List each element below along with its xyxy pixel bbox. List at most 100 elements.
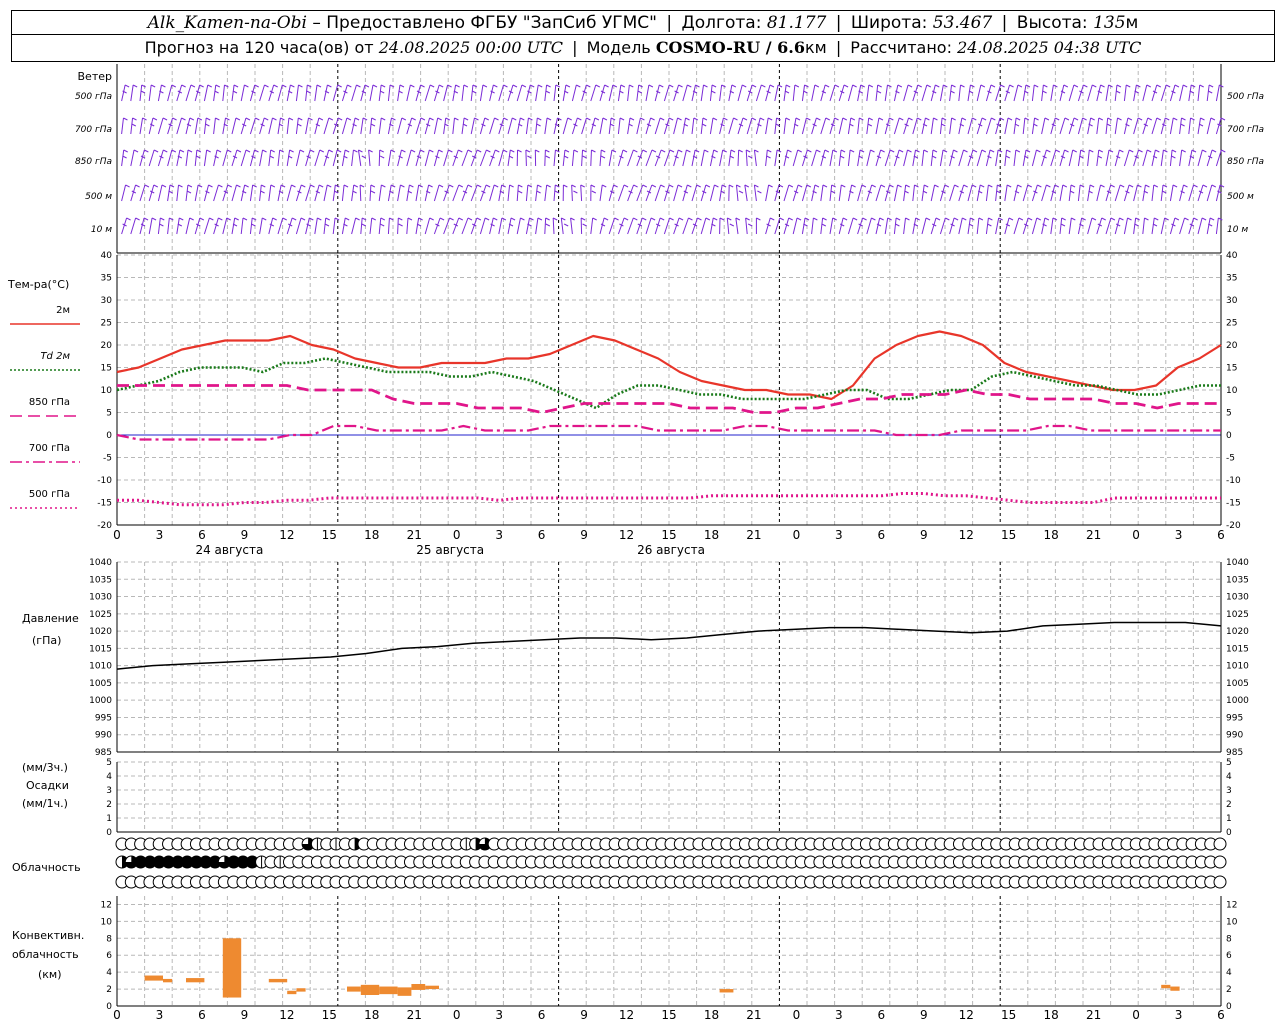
wind-barb-shaft [599, 217, 605, 235]
wind-barb-flag [629, 84, 634, 88]
wind-barb-shaft [121, 84, 126, 102]
wind-barb [121, 84, 130, 102]
wind-barb-flag [353, 149, 358, 153]
wind-barb-shaft [700, 117, 704, 135]
wind-barb [479, 217, 490, 235]
wind-barb-shaft [893, 117, 900, 135]
wind-barb-flag [659, 117, 665, 121]
wind-barb-flag [963, 184, 968, 188]
wind-barb-shaft [682, 149, 687, 167]
wind-barb [765, 217, 775, 235]
wind-barb [525, 117, 533, 135]
wind-barb [176, 217, 184, 235]
wind-barb [985, 149, 995, 167]
time-tick-label: 0 [453, 528, 461, 542]
time-tick-label-bottom: 6 [198, 1008, 206, 1022]
wind-barb-shaft [387, 117, 392, 135]
wind-barb-flag [824, 84, 830, 88]
wind-barb-flag [1164, 217, 1169, 221]
wind-barb [1133, 217, 1140, 235]
wind-barb-flag [619, 117, 625, 121]
wind-barb [560, 217, 569, 235]
wind-barb-flag [1191, 149, 1197, 153]
temp-legend-label: 2м [56, 305, 70, 316]
wind-barb [461, 84, 469, 102]
wind-barb [976, 149, 987, 167]
wind-barb [553, 117, 562, 135]
wind-barb-flag [571, 184, 576, 188]
pressure-ytick-right: 990 [1226, 731, 1243, 741]
wind-barb [801, 84, 809, 102]
wind-barb-shaft [314, 217, 318, 235]
wind-barb [1077, 117, 1087, 135]
wind-barb-shaft [875, 217, 881, 235]
pressure-unit: (гПа) [32, 634, 61, 647]
cloud-cover-symbol [1213, 875, 1227, 889]
wind-barb [866, 217, 876, 235]
wind-barb [857, 84, 865, 102]
wind-barb-flag [633, 217, 638, 221]
wind-barb-flag [555, 84, 561, 88]
wind-barb-shaft [415, 84, 422, 102]
wind-barb [157, 217, 165, 235]
wind-barb-shaft [148, 117, 154, 135]
wind-barb-shaft [921, 149, 925, 167]
wind-barb [378, 84, 386, 102]
wind-barb-shaft [415, 184, 420, 202]
wind-barb-shaft [995, 117, 1001, 135]
wind-barb-flag [951, 117, 956, 121]
wind-barb-shaft [286, 149, 291, 167]
wind-barb-flag [1008, 217, 1014, 221]
wind-barb-shaft [820, 117, 827, 135]
wind-barb-flag [135, 217, 140, 221]
precip-ytick-right: 5 [1226, 758, 1232, 768]
wind-barb [1142, 217, 1149, 235]
wind-barb-shaft [277, 149, 281, 167]
wind-barb-flag [428, 184, 433, 188]
wind-barb-flag [546, 117, 552, 121]
wind-barb-flag [1128, 184, 1134, 188]
wind-barb-shaft [268, 117, 273, 135]
wind-barb-flag [592, 217, 597, 221]
wind-barb-flag [1220, 117, 1226, 121]
wind-barb-flag [814, 84, 820, 88]
wind-barb [571, 117, 582, 135]
wind-barb [314, 84, 322, 102]
wind-barb [893, 117, 904, 135]
wind-barb-flag [1062, 184, 1068, 188]
wind-barb-shaft [838, 184, 842, 202]
wind-barb-flag [1046, 184, 1051, 188]
wind-barb-shaft [148, 217, 153, 235]
wind-barb [627, 217, 638, 235]
wind-barb-shaft [617, 117, 621, 135]
wind-barb [259, 117, 269, 135]
wind-barb [1022, 84, 1031, 102]
wind-barb-flag [410, 84, 415, 88]
wind-barb-flag [325, 217, 330, 221]
wind-barb-flag [1145, 184, 1150, 188]
wind-barb-shaft [728, 84, 733, 102]
wind-barb-shaft [516, 117, 521, 135]
wind-barb-flag [528, 117, 533, 121]
wind-barb [820, 149, 830, 167]
wind-barb-flag [517, 149, 522, 153]
wind-barb [1188, 217, 1198, 235]
wind-barb-flag [1147, 117, 1152, 121]
wind-barb [498, 184, 506, 202]
wind-barb-flag [503, 84, 508, 88]
wind-barb-shaft [912, 149, 916, 167]
wind-barb-shaft [498, 149, 504, 167]
wind-barb [323, 84, 332, 102]
wind-barb [479, 184, 491, 202]
wind-barb-shaft [305, 217, 310, 235]
wind-barb [461, 184, 473, 202]
wind-barb-flag [696, 184, 701, 188]
wind-barb-shaft [636, 84, 640, 102]
wind-barb-flag [867, 123, 873, 127]
wind-barb-shaft [958, 84, 962, 102]
wind-barb-shaft [295, 84, 299, 102]
wind-barb-shaft [792, 217, 798, 235]
wind-barb-shaft [1188, 84, 1192, 102]
wind-barb-flag [401, 117, 407, 121]
wind-barb [1215, 184, 1225, 202]
